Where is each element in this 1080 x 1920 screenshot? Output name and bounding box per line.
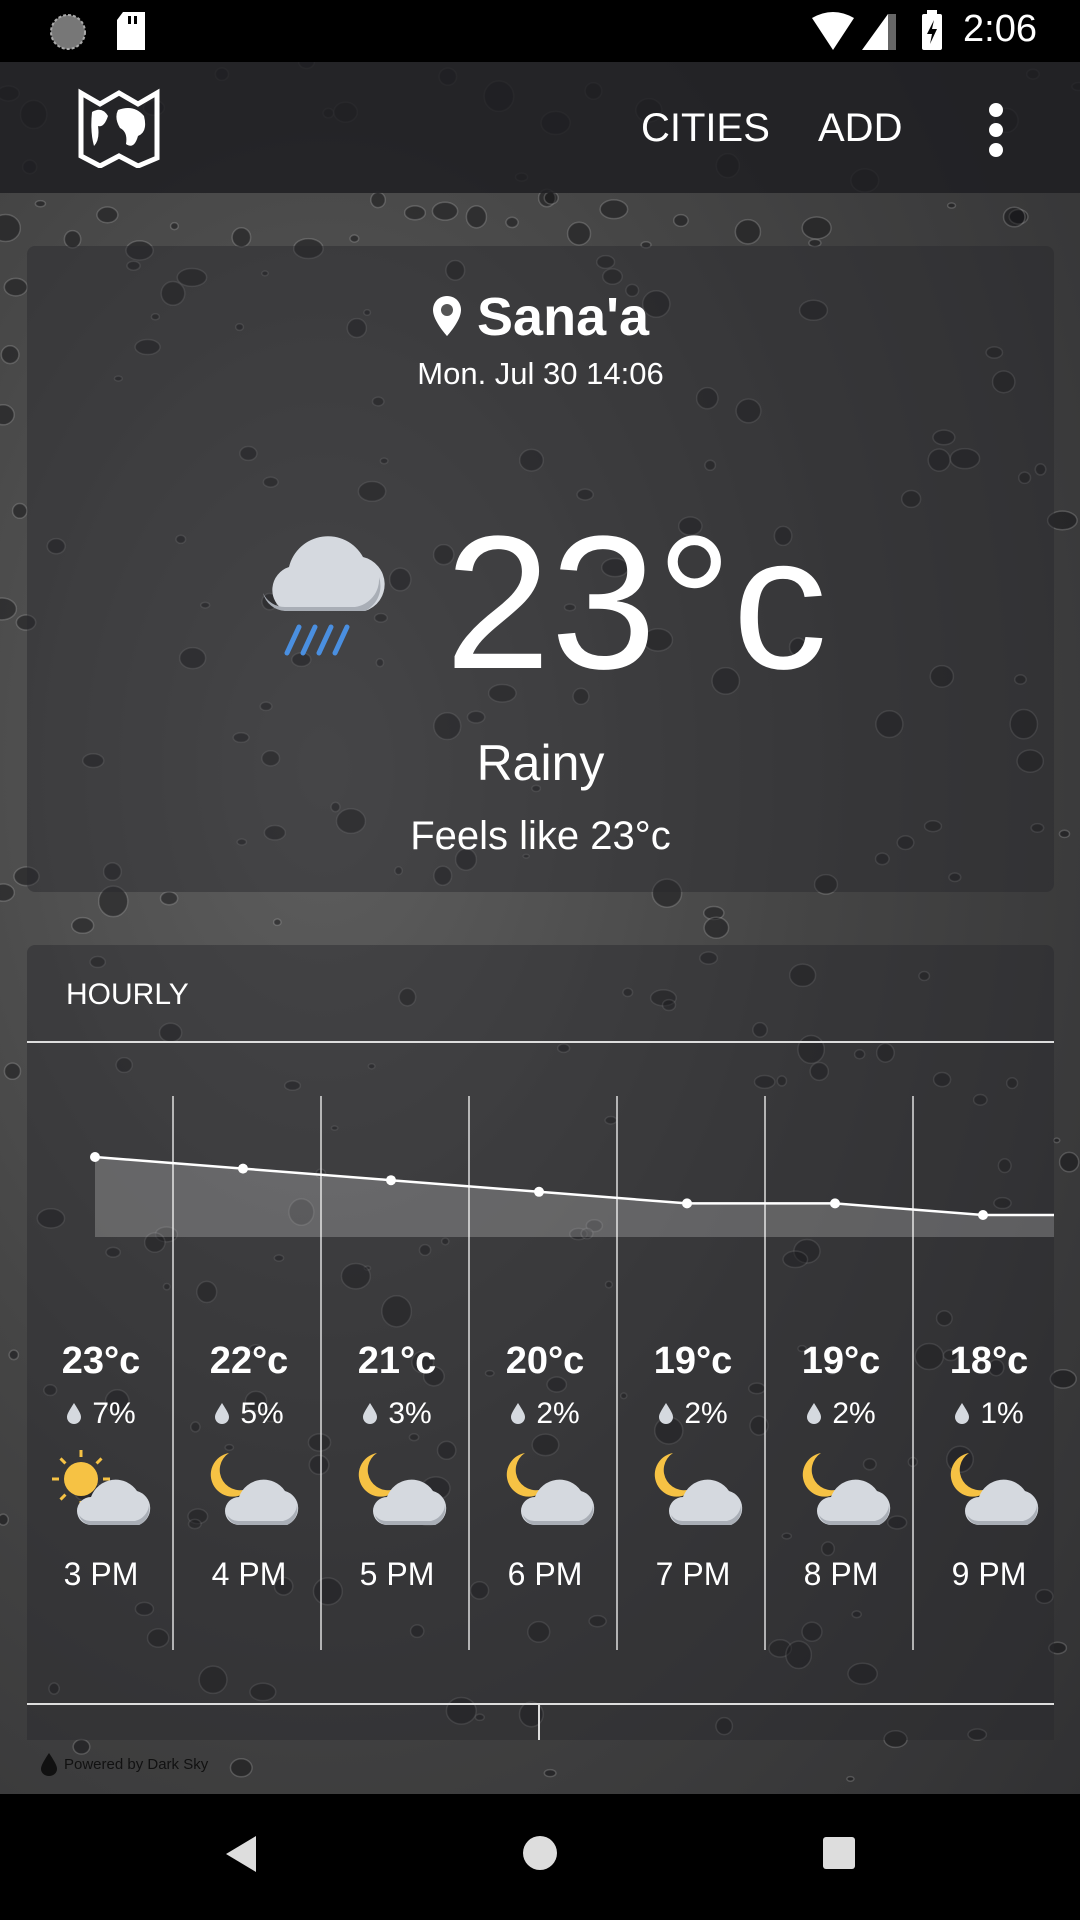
partly-cloudy-night-icon (506, 1453, 595, 1525)
sd-card-icon (117, 12, 145, 50)
navigation-bar (0, 1794, 1080, 1920)
recents-button[interactable] (822, 1836, 856, 1870)
hourly-precip: 2% (471, 1397, 619, 1431)
hourly-item[interactable]: 19°c 2% 7 PM (619, 1340, 767, 1593)
precip-value: 3% (388, 1397, 432, 1430)
hourly-temp: 19°c (801, 1340, 881, 1382)
powered-by[interactable]: Powered by Dark Sky (40, 1752, 208, 1776)
current-temperature: 23°c (445, 497, 828, 709)
raindrop-icon (67, 1403, 82, 1424)
partly-cloudy-night-icon (358, 1453, 447, 1525)
more-vert-icon[interactable] (984, 100, 1008, 160)
hourly-time: 4 PM (211, 1556, 287, 1592)
hourly-temp: 23°c (61, 1340, 141, 1382)
app-bar: CITIES ADD (0, 62, 1080, 193)
temperature-point (682, 1198, 692, 1209)
temperature-point (238, 1163, 248, 1174)
back-button[interactable] (224, 1834, 258, 1874)
hourly-precip: 5% (175, 1397, 323, 1431)
precip-value: 2% (832, 1397, 876, 1430)
sync-icon (50, 14, 86, 50)
status-time: 2:06 (963, 8, 1037, 50)
hourly-item[interactable]: 22°c 5% 4 PM (175, 1340, 323, 1593)
hourly-time: 5 PM (359, 1556, 435, 1592)
cloud-rain-icon (263, 536, 385, 656)
location-pin-icon (433, 296, 462, 336)
temperature-point (978, 1210, 988, 1220)
hourly-time: 3 PM (63, 1556, 139, 1592)
raindrop-icon (807, 1403, 822, 1424)
hourly-item[interactable]: 19°c 2% 8 PM (767, 1340, 915, 1593)
hourly-time: 9 PM (951, 1556, 1027, 1592)
hourly-precip: 1% (915, 1397, 1063, 1431)
partly-cloudy-night-icon (802, 1453, 891, 1525)
condition: Rainy (476, 735, 605, 791)
hourly-temp: 21°c (357, 1340, 437, 1382)
hourly-temp: 18°c (949, 1340, 1029, 1382)
hourly-temp: 19°c (653, 1340, 733, 1382)
date-time: Mon. Jul 30 14:06 (417, 356, 664, 391)
hourly-temp: 20°c (505, 1340, 585, 1382)
add-button[interactable]: ADD (818, 106, 902, 151)
divider (538, 1703, 540, 1740)
raindrop-icon (215, 1403, 230, 1424)
raindrop-icon (363, 1403, 378, 1424)
hourly-item[interactable]: 20°c 2% 6 PM (471, 1340, 619, 1593)
hourly-time: 7 PM (655, 1556, 731, 1592)
city-name: Sana'a (477, 287, 649, 347)
precip-value: 2% (536, 1397, 580, 1430)
hourly-precip: 3% (323, 1397, 471, 1431)
hourly-precip: 2% (619, 1397, 767, 1431)
hourly-time: 8 PM (803, 1556, 879, 1592)
dark-sky-logo-icon (41, 1753, 57, 1776)
hourly-card: HOURLY 23°c 7% 3 PM 22°c 5% 4 PM 21°c 3%… (27, 945, 1054, 1740)
hourly-temp: 22°c (209, 1340, 289, 1382)
precip-value: 1% (980, 1397, 1024, 1430)
powered-by-text: Powered by Dark Sky (64, 1755, 209, 1773)
temperature-point (534, 1186, 544, 1197)
partly-cloudy-night-icon (654, 1453, 743, 1525)
battery-charging-icon (922, 10, 942, 50)
world-map-icon[interactable] (78, 88, 160, 168)
hourly-precip: 7% (27, 1397, 175, 1431)
feels-like: Feels like 23°c (410, 814, 671, 858)
signal-icon (862, 14, 896, 50)
status-bar: 2:06 (0, 0, 1080, 62)
hourly-item[interactable]: 18°c 1% 9 PM (915, 1340, 1063, 1593)
hourly-time: 6 PM (507, 1556, 583, 1592)
raindrop-icon (955, 1403, 970, 1424)
temperature-point (830, 1198, 840, 1209)
hourly-precip: 2% (767, 1397, 915, 1431)
divider (27, 1703, 1054, 1705)
precip-value: 7% (92, 1397, 136, 1430)
location[interactable]: Sana'a (27, 286, 1054, 348)
precip-value: 2% (684, 1397, 728, 1430)
temperature-point (90, 1152, 100, 1162)
wifi-icon (812, 12, 854, 50)
partly-cloudy-night-icon (210, 1453, 299, 1525)
precip-value: 5% (240, 1397, 284, 1430)
home-button[interactable] (521, 1834, 559, 1872)
temperature-point (386, 1175, 396, 1186)
cities-button[interactable]: CITIES (641, 106, 770, 151)
raindrop-icon (659, 1403, 674, 1424)
hourly-item[interactable]: 23°c 7% 3 PM (27, 1340, 175, 1593)
partly-cloudy-day-icon (52, 1450, 151, 1525)
raindrop-icon (511, 1403, 526, 1424)
hourly-item[interactable]: 21°c 3% 5 PM (323, 1340, 471, 1593)
partly-cloudy-night-icon (950, 1453, 1039, 1525)
current-weather-card: Sana'a Mon. Jul 30 14:06 23°c Rainy Feel… (27, 246, 1054, 892)
